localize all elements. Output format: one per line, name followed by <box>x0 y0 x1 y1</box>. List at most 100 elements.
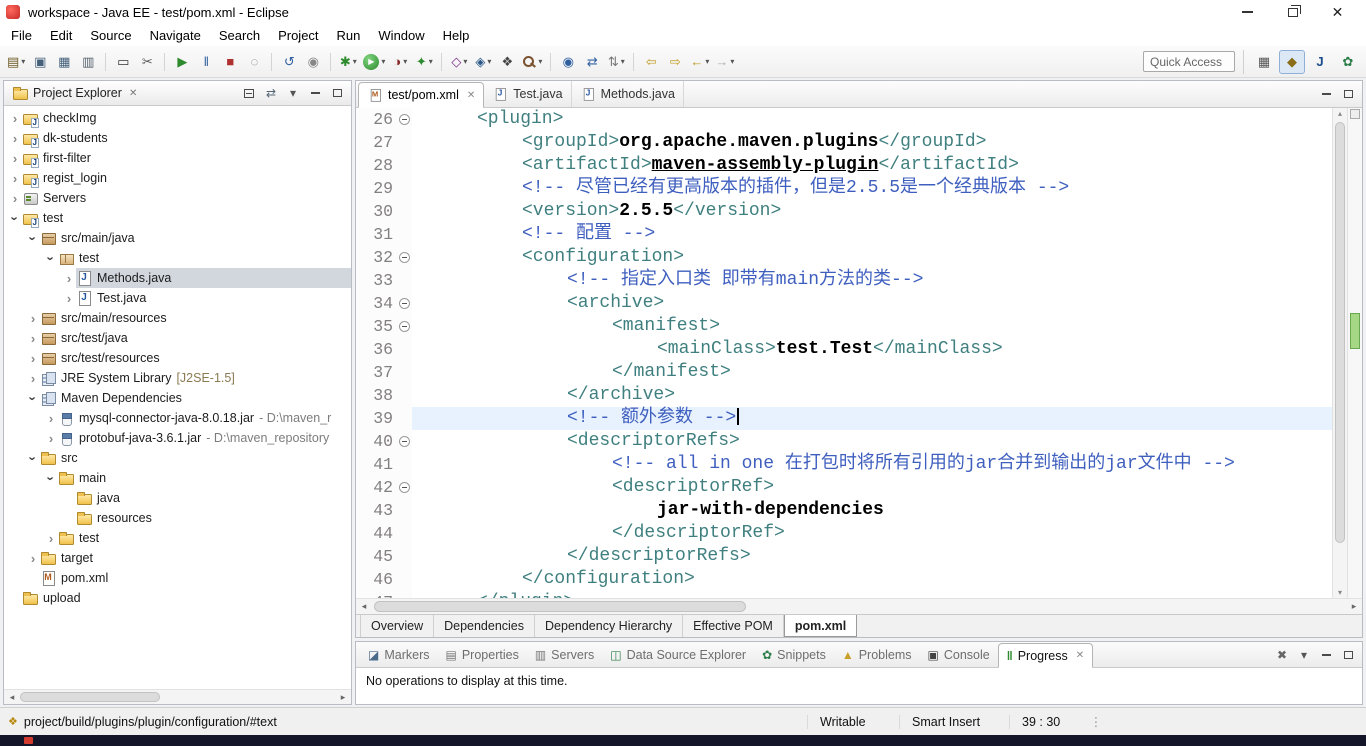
menu-help[interactable]: Help <box>434 26 479 45</box>
code-line-38[interactable]: </archive> <box>412 384 1332 407</box>
code-line-45[interactable]: </descriptorRefs> <box>412 545 1332 568</box>
view-menu-icon[interactable]: ▾ <box>283 83 303 103</box>
scrollbar-thumb[interactable] <box>374 601 746 612</box>
editor-subtab-dependency-hierarchy[interactable]: Dependency Hierarchy <box>535 615 683 637</box>
menu-file[interactable]: File <box>2 26 41 45</box>
expand-arrow-icon[interactable]: › <box>62 292 76 305</box>
fold-collapse-icon[interactable] <box>399 114 410 125</box>
debug-button[interactable]: ✱▾ <box>337 50 359 74</box>
minimize-icon[interactable] <box>305 83 325 103</box>
run-button[interactable]: ▶▾ <box>361 50 387 74</box>
panel-tab-properties[interactable]: ▤Properties <box>438 642 527 667</box>
tree-item-src-test-resources[interactable]: ›src/test/resources <box>4 348 351 368</box>
new-wizard-button[interactable]: ▤▾ <box>5 50 27 74</box>
collapse-all-icon[interactable] <box>239 83 259 103</box>
expand-arrow-icon[interactable]: › <box>9 211 22 225</box>
explorer-hscrollbar[interactable]: ◂ ▸ <box>4 689 351 704</box>
editor-hscrollbar[interactable]: ◂ ▸ <box>356 598 1362 614</box>
tree-item-methods-java[interactable]: ›Methods.java <box>4 268 351 288</box>
editor-subtab-pom-xml[interactable]: pom.xml <box>784 615 857 637</box>
back-button[interactable]: ←▾ <box>688 50 711 74</box>
minimize-window-button[interactable] <box>1225 1 1270 23</box>
expand-arrow-icon[interactable]: › <box>45 471 58 485</box>
tree-item-target[interactable]: ›target <box>4 548 351 568</box>
expand-arrow-icon[interactable]: › <box>8 192 22 205</box>
code-line-26[interactable]: <plugin> <box>412 108 1332 131</box>
expand-arrow-icon[interactable]: › <box>26 552 40 565</box>
tree-item-servers[interactable]: ›Servers <box>4 188 351 208</box>
disconnect-button[interactable]: ◌ <box>243 50 265 74</box>
editor-tab-test-java[interactable]: Test.java <box>484 81 571 107</box>
code-line-27[interactable]: <groupId>org.apache.maven.plugins</group… <box>412 131 1332 154</box>
menu-run[interactable]: Run <box>328 26 370 45</box>
perspective-debug-button[interactable]: ✿ <box>1335 50 1361 74</box>
expand-arrow-icon[interactable]: › <box>26 312 40 325</box>
sort-button[interactable]: ⇅▾ <box>605 50 627 74</box>
editor-vscrollbar[interactable]: ▴ ▾ <box>1332 108 1347 598</box>
tree-item-upload[interactable]: upload <box>4 588 351 608</box>
scroll-left-arrow[interactable]: ◂ <box>6 692 18 703</box>
restore-window-button[interactable] <box>1270 1 1315 23</box>
view-menu-icon[interactable]: ▾ <box>1294 645 1314 665</box>
tree-item-jre-system-library[interactable]: ›JRE System Library[J2SE-1.5] <box>4 368 351 388</box>
tree-item-checkimg[interactable]: ›checkImg <box>4 108 351 128</box>
mark-occurrences-button[interactable]: ◉ <box>302 50 324 74</box>
expand-arrow-icon[interactable]: › <box>27 391 40 405</box>
tree-item-test-java[interactable]: ›Test.java <box>4 288 351 308</box>
close-icon[interactable]: ✕ <box>1076 650 1084 661</box>
code-area[interactable]: <plugin><groupId>org.apache.maven.plugin… <box>412 108 1332 598</box>
print-button[interactable]: ▥ <box>77 50 99 74</box>
menu-source[interactable]: Source <box>81 26 140 45</box>
open-console-button[interactable]: ▭ <box>112 50 134 74</box>
maximize-icon[interactable] <box>1338 84 1358 104</box>
expand-arrow-icon[interactable]: › <box>26 372 40 385</box>
fold-collapse-icon[interactable] <box>399 436 410 447</box>
close-window-button[interactable]: ✕ <box>1315 1 1360 23</box>
code-line-47[interactable]: </plugin> <box>412 591 1332 598</box>
scroll-right-arrow[interactable]: ▸ <box>1348 601 1360 612</box>
sync-button[interactable]: ⇄ <box>581 50 603 74</box>
panel-tab-markers[interactable]: ◪Markers <box>360 642 438 667</box>
panel-tab-progress[interactable]: ‖Progress✕ <box>998 643 1093 668</box>
save-all-button[interactable]: ▦ <box>53 50 75 74</box>
menu-edit[interactable]: Edit <box>41 26 81 45</box>
fold-collapse-icon[interactable] <box>399 298 410 309</box>
tree-item-src[interactable]: ›src <box>4 448 351 468</box>
fold-collapse-icon[interactable] <box>399 252 410 263</box>
menu-project[interactable]: Project <box>269 26 327 45</box>
code-line-33[interactable]: <!-- 指定入口类 即带有main方法的类--> <box>412 269 1332 292</box>
forward-button[interactable]: →▾ <box>713 50 736 74</box>
tree-item-test[interactable]: ›test <box>4 208 351 228</box>
code-line-44[interactable]: </descriptorRef> <box>412 522 1332 545</box>
terminate-button[interactable]: ■ <box>219 50 241 74</box>
perspective-java-button[interactable]: J <box>1307 50 1333 74</box>
expand-arrow-icon[interactable]: › <box>26 332 40 345</box>
scrollbar-thumb[interactable] <box>20 692 160 702</box>
tree-item-first-filter[interactable]: ›first-filter <box>4 148 351 168</box>
expand-arrow-icon[interactable]: › <box>27 231 40 245</box>
menu-navigate[interactable]: Navigate <box>141 26 210 45</box>
code-line-29[interactable]: <!-- 尽管已经有更高版本的插件，但是2.5.5是一个经典版本 --> <box>412 177 1332 200</box>
editor-subtab-overview[interactable]: Overview <box>360 615 434 637</box>
menu-window[interactable]: Window <box>369 26 433 45</box>
maximize-icon[interactable] <box>1338 645 1358 665</box>
panel-tab-snippets[interactable]: ✿Snippets <box>754 642 834 667</box>
fold-collapse-icon[interactable] <box>399 482 410 493</box>
code-line-28[interactable]: <artifactId>maven-assembly-plugin</artif… <box>412 154 1332 177</box>
code-line-41[interactable]: <!-- all in one 在打包时将所有引用的jar合并到输出的jar文件… <box>412 453 1332 476</box>
expand-arrow-icon[interactable]: › <box>62 272 76 285</box>
panel-tab-problems[interactable]: ▲Problems <box>834 642 920 667</box>
link-with-editor-icon[interactable]: ⇄ <box>261 83 281 103</box>
scroll-left-arrow[interactable]: ◂ <box>358 601 370 612</box>
code-line-34[interactable]: <archive> <box>412 292 1332 315</box>
expand-arrow-icon[interactable]: › <box>26 352 40 365</box>
tree-item-src-main-java[interactable]: ›src/main/java <box>4 228 351 248</box>
external-tools-button[interactable]: ✦▾ <box>413 50 435 74</box>
tree-item-java[interactable]: java <box>4 488 351 508</box>
code-line-35[interactable]: <manifest> <box>412 315 1332 338</box>
search-button[interactable]: ▾ <box>520 50 544 74</box>
tree-item-regist-login[interactable]: ›regist_login <box>4 168 351 188</box>
panel-tab-console[interactable]: ▣Console <box>920 642 998 667</box>
minimize-icon[interactable] <box>1316 645 1336 665</box>
project-explorer-tab[interactable]: Project Explorer ✕ <box>8 81 141 105</box>
